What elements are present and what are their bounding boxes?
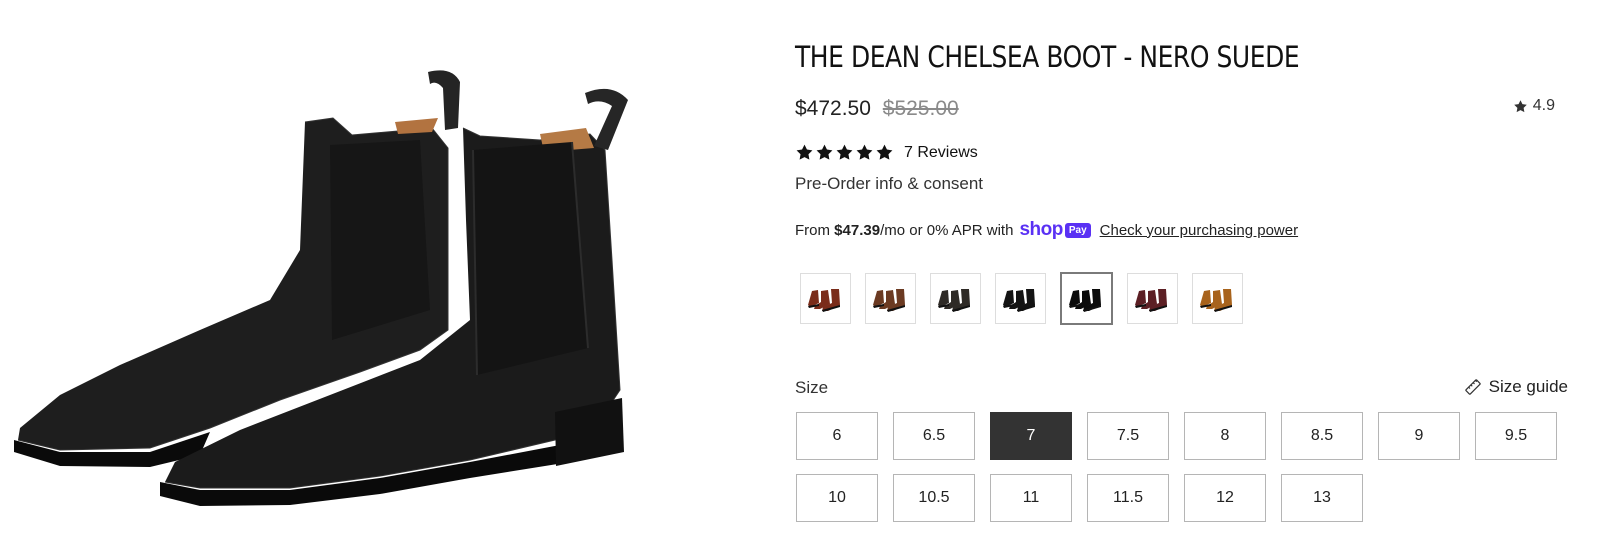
chelsea-boot-image — [14, 70, 628, 506]
size-guide-link[interactable]: Size guide — [1464, 377, 1568, 397]
star-icon — [876, 144, 893, 160]
rating-value: 4.9 — [1532, 97, 1555, 114]
product-title: THE DEAN CHELSEA BOOT - NERO SUEDE — [795, 40, 1300, 74]
size-option-button[interactable]: 7.5 — [1087, 412, 1169, 460]
reviews-row[interactable]: 7 Reviews — [795, 143, 978, 162]
size-option-button[interactable]: 8 — [1184, 412, 1266, 460]
reviews-count[interactable]: 7 Reviews — [904, 144, 978, 162]
size-option-button[interactable]: 11.5 — [1087, 474, 1169, 522]
star-icon — [856, 144, 873, 160]
installments-prefix: From — [795, 221, 830, 239]
purchasing-power-link[interactable]: Check your purchasing power — [1100, 222, 1298, 239]
star-icon — [1514, 99, 1527, 112]
size-option-button[interactable]: 12 — [1184, 474, 1266, 522]
size-option-button[interactable]: 10.5 — [893, 474, 975, 522]
back-boot-elastic — [330, 140, 430, 340]
ruler-icon — [1464, 379, 1481, 395]
boot-thumbnail-icon — [1199, 288, 1232, 312]
installments-amount: $47.39 — [834, 221, 881, 239]
boot-thumbnail-icon — [1134, 288, 1167, 312]
star-icon — [796, 144, 813, 160]
boot-thumbnail-icon — [872, 288, 905, 312]
shop-pay-badge: Pay — [1064, 222, 1091, 238]
boot-thumbnail-icon — [807, 288, 840, 312]
installments-message: From $47.39/mo or 0% APR with shop Pay C… — [795, 219, 1298, 241]
color-swatch[interactable] — [1127, 273, 1178, 324]
size-option-button[interactable]: 6.5 — [893, 412, 975, 460]
star-icon — [816, 144, 833, 160]
installments-suffix: /mo or 0% APR with — [880, 221, 1014, 239]
color-swatches — [800, 272, 1243, 325]
color-swatch[interactable] — [865, 273, 916, 324]
shop-pay-logo: shop — [1019, 219, 1063, 240]
size-options: 6 6.5 7 7.5 8 8.5 9 9.5 10 10.5 11 11.5 12 13 — [796, 412, 1557, 522]
price-row: $472.50 $525.00 — [795, 97, 959, 121]
size-option-button[interactable]: 11 — [990, 474, 1072, 522]
boot-thumbnail-icon — [1002, 288, 1035, 312]
color-swatch[interactable] — [1060, 272, 1113, 325]
preorder-info-link[interactable]: Pre-Order info & consent — [795, 174, 983, 194]
size-option-button[interactable]: 8.5 — [1281, 412, 1363, 460]
size-option-button[interactable]: 9.5 — [1475, 412, 1557, 460]
boot-thumbnail-icon — [1068, 288, 1101, 312]
star-icon — [836, 144, 853, 160]
color-swatch[interactable] — [930, 273, 981, 324]
back-boot-lining — [395, 118, 438, 134]
compare-price: $525.00 — [882, 97, 959, 120]
size-option-button[interactable]: 13 — [1281, 474, 1363, 522]
sale-price: $472.50 — [795, 97, 871, 120]
color-swatch[interactable] — [1192, 273, 1243, 324]
size-guide-label[interactable]: Size guide — [1489, 377, 1568, 397]
color-swatch[interactable] — [800, 273, 851, 324]
color-swatch[interactable] — [995, 273, 1046, 324]
rating-summary: 4.9 — [1513, 97, 1555, 115]
size-option-button[interactable]: 9 — [1378, 412, 1460, 460]
size-label: Size — [795, 378, 829, 397]
front-boot-elastic — [473, 142, 588, 375]
size-option-button[interactable]: 10 — [796, 474, 878, 522]
size-option-button[interactable]: 6 — [796, 412, 878, 460]
review-stars — [795, 143, 894, 162]
product-image — [0, 0, 640, 557]
boot-thumbnail-icon — [937, 288, 970, 312]
size-option-button[interactable]: 7 — [990, 412, 1072, 460]
